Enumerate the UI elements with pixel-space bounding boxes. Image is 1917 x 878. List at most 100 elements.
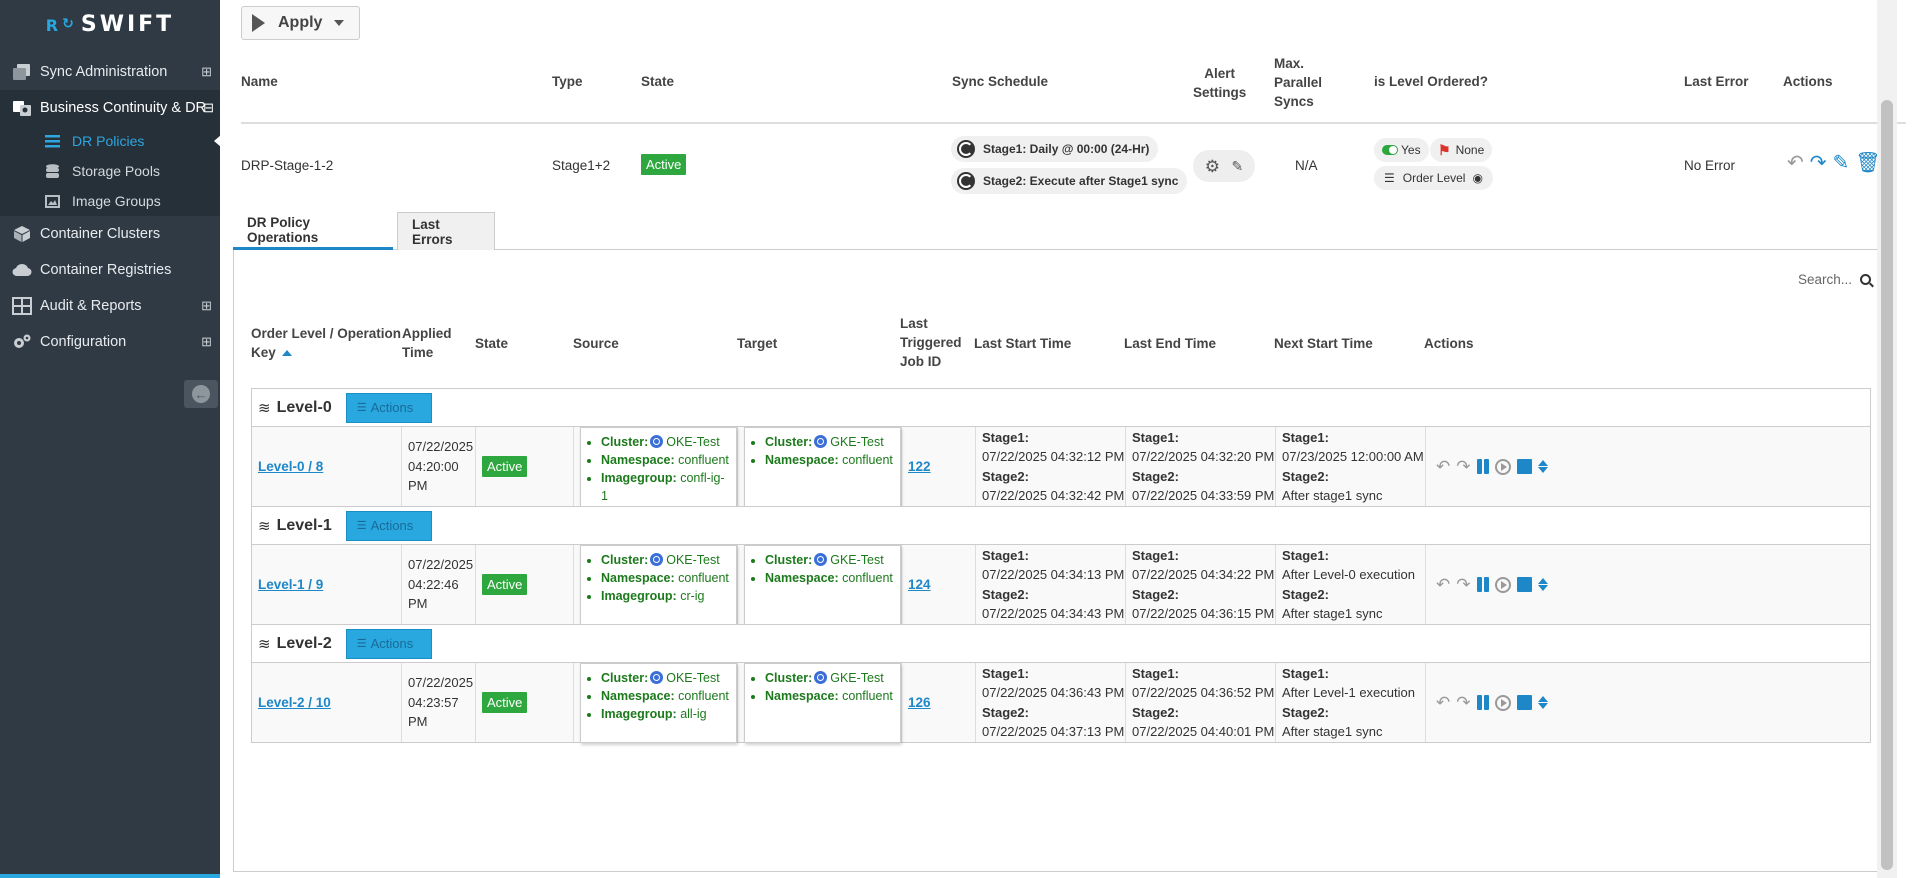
source-card: Cluster: OKE-Test Namespace: confluent Im… [580, 426, 737, 507]
redo-icon[interactable]: ↷ [1810, 153, 1827, 173]
undo-icon[interactable]: ↶ [1787, 153, 1804, 173]
row-actions: ↶ ↷ [1436, 575, 1548, 595]
col-header-last-end[interactable]: Last End Time [1124, 334, 1216, 353]
col-header-order-level[interactable]: Order Level / Operation Key [251, 324, 401, 362]
search-box[interactable]: Search... [1798, 272, 1871, 287]
job-id-link[interactable]: 126 [908, 695, 931, 710]
field-label: Imagegroup: [601, 706, 677, 721]
sort-icon[interactable] [1537, 696, 1548, 709]
col-header-last-job-id[interactable]: Last Triggered Job ID [900, 314, 962, 371]
operation-key-link[interactable]: Level-2 / 10 [258, 695, 331, 710]
col-header-applied-time[interactable]: Applied Time [402, 324, 452, 362]
cell-last-end: Stage1: 07/22/2025 04:36:52 PM Stage2: 07/2… [1126, 663, 1276, 742]
col-header-max-parallel[interactable]: Max. Parallel Syncs [1274, 54, 1322, 111]
undo-icon[interactable]: ↶ [1436, 693, 1450, 713]
play-circle-icon[interactable] [1494, 694, 1511, 711]
undo-icon[interactable]: ↶ [1436, 575, 1450, 595]
cell-last-start: Stage1: 07/22/2025 04:36:43 PM Stage2: 07/2… [976, 663, 1126, 742]
search-icon[interactable] [1860, 274, 1871, 285]
pause-icon[interactable] [1476, 459, 1489, 474]
col-header-type[interactable]: Type [552, 74, 583, 89]
col-header-next-start[interactable]: Next Start Time [1274, 334, 1373, 353]
edit-icon[interactable]: ✎ [1833, 153, 1850, 173]
sidebar-item-configuration[interactable]: Configuration ⊞ [0, 324, 220, 360]
cogs-icon [10, 333, 34, 351]
tab-last-errors[interactable]: Last Errors [397, 212, 495, 250]
apply-button[interactable]: Apply [241, 6, 360, 40]
pause-icon[interactable] [1476, 577, 1489, 592]
field-label: Cluster: [601, 434, 649, 449]
col-header-target[interactable]: Target [737, 334, 777, 353]
status-badge: Active [482, 574, 528, 595]
row-actions: ↶ ↷ [1436, 457, 1548, 477]
col-header-sync-schedule[interactable]: Sync Schedule [952, 74, 1048, 89]
col-header-last-start[interactable]: Last Start Time [974, 334, 1071, 353]
kubernetes-icon [814, 434, 828, 448]
field-label: Namespace: [765, 688, 839, 703]
stop-icon[interactable] [1516, 577, 1532, 592]
applied-date: 07/22/2025 [408, 557, 474, 573]
stop-icon[interactable] [1516, 459, 1532, 474]
sidebar-item-container-clusters[interactable]: Container Clusters [0, 216, 220, 252]
stop-icon[interactable] [1516, 695, 1532, 710]
expand-icon[interactable]: ⊞ [201, 64, 212, 80]
sidebar-item-business-continuity[interactable]: Business Continuity & DR ⊟ [0, 90, 220, 126]
level-actions-button[interactable]: ☰ Actions [345, 510, 432, 541]
level-actions-label: Actions [370, 636, 414, 651]
sidebar-item-sync-administration[interactable]: Sync Administration ⊞ [0, 54, 220, 90]
job-id-link[interactable]: 124 [908, 577, 931, 592]
sort-icon[interactable] [1537, 578, 1548, 591]
start-stage1: 07/22/2025 04:32:12 PM [982, 449, 1125, 464]
level-ordered-toggle[interactable]: Yes [1374, 138, 1429, 162]
operation-key-link[interactable]: Level-1 / 9 [258, 577, 323, 592]
job-id-link[interactable]: 122 [908, 459, 931, 474]
field-value: confluent [842, 570, 893, 585]
expand-icon[interactable]: ⊞ [201, 298, 212, 314]
undo-icon[interactable]: ↶ [1436, 457, 1450, 477]
cloud-icon [10, 261, 34, 279]
col-header-level-ordered[interactable]: is Level Ordered? [1374, 74, 1488, 89]
col-header-last-error[interactable]: Last Error [1684, 74, 1749, 89]
pause-icon[interactable] [1476, 695, 1489, 710]
col-header-alert-settings[interactable]: Alert Settings [1193, 64, 1246, 102]
scrollbar[interactable] [1877, 0, 1897, 878]
redo-icon[interactable]: ↷ [1456, 693, 1470, 713]
cell-last-start: Stage1: 07/22/2025 04:32:12 PM Stage2: 07/2… [976, 427, 1126, 506]
app-logo[interactable]: R ↻ SWIFT [0, 0, 220, 48]
redo-icon[interactable]: ↷ [1456, 575, 1470, 595]
redo-icon[interactable]: ↷ [1456, 457, 1470, 477]
sidebar-collapse-button[interactable]: ← [184, 380, 218, 408]
field-value: all-ig [680, 706, 707, 721]
search-input[interactable]: Search... [1798, 272, 1852, 287]
play-circle-icon[interactable] [1494, 576, 1511, 593]
order-level-button[interactable]: ☰ Order Level ◉ [1374, 166, 1493, 190]
scrollbar-thumb[interactable] [1881, 100, 1893, 870]
tab-dr-policy-operations[interactable]: DR Policy Operations [233, 212, 393, 250]
gear-icon[interactable]: ⚙ [1205, 158, 1220, 175]
source-imagegroup: Imagegroup: confl-ig-1 [601, 469, 730, 505]
sidebar-item-image-groups[interactable]: Image Groups [0, 186, 220, 216]
cell-target: Cluster: GKE-Test Namespace: confluent [738, 662, 902, 743]
level-actions-button[interactable]: ☰ Actions [345, 628, 432, 659]
stage-label: Stage1: [1282, 429, 1329, 445]
col-header-state[interactable]: State [641, 74, 674, 89]
col-header-state[interactable]: State [475, 334, 508, 353]
field-value: OKE-Test [666, 434, 720, 449]
sort-icon[interactable] [1537, 460, 1548, 473]
source-namespace: Namespace: confluent [601, 687, 730, 705]
sidebar-item-storage-pools[interactable]: Storage Pools [0, 156, 220, 186]
operation-row: Level-1 / 9 07/22/2025 04:22:46 PM Active… [251, 544, 1871, 625]
collapse-icon[interactable]: ⊟ [203, 100, 214, 116]
col-header-source[interactable]: Source [573, 334, 619, 353]
expand-icon[interactable]: ⊞ [201, 334, 212, 350]
col-header-name[interactable]: Name [241, 74, 278, 89]
field-value: OKE-Test [666, 670, 720, 685]
play-circle-icon[interactable] [1494, 458, 1511, 475]
sidebar-item-audit-reports[interactable]: Audit & Reports ⊞ [0, 288, 220, 324]
sidebar-item-container-registries[interactable]: Container Registries [0, 252, 220, 288]
pencil-icon[interactable]: ✎ [1232, 159, 1244, 173]
level-actions-button[interactable]: ☰ Actions [345, 392, 432, 423]
sidebar-item-dr-policies[interactable]: DR Policies [0, 126, 221, 156]
cell-state: Active [476, 545, 574, 624]
operation-key-link[interactable]: Level-0 / 8 [258, 459, 323, 474]
